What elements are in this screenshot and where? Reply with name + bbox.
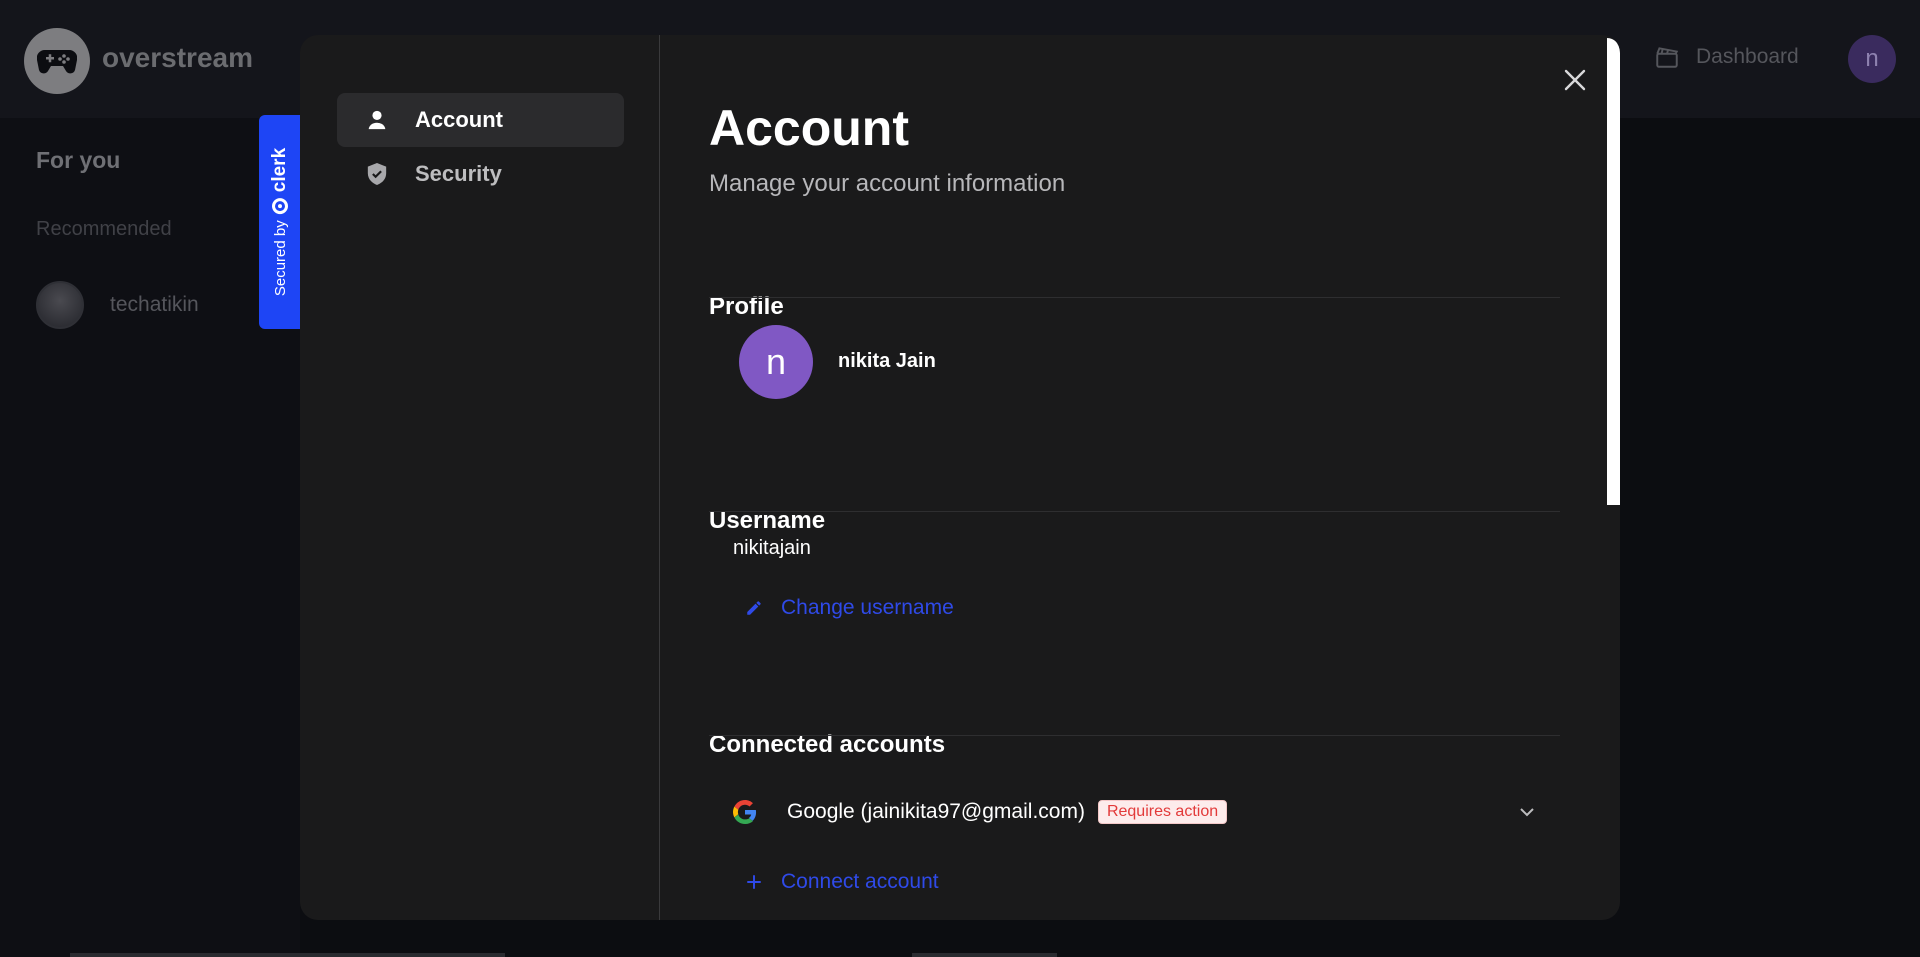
close-icon	[1564, 69, 1586, 91]
user-avatar[interactable]: n	[1848, 35, 1896, 83]
divider	[709, 297, 1560, 298]
scrollbar[interactable]	[1607, 38, 1620, 505]
chevron-down-icon[interactable]	[1515, 800, 1539, 824]
pencil-icon	[747, 601, 761, 615]
divider	[709, 511, 1560, 512]
plus-icon	[747, 875, 761, 889]
google-icon	[733, 800, 757, 824]
connected-account-label: Google (jainikita97@gmail.com)	[787, 800, 1085, 823]
sidebar	[0, 118, 300, 957]
divider	[709, 735, 1560, 736]
nav-item-security[interactable]: Security	[337, 147, 624, 201]
close-button[interactable]	[1560, 65, 1590, 95]
username-value: nikitajain	[733, 537, 811, 559]
divider	[70, 953, 505, 957]
profile-avatar[interactable]: n	[739, 325, 813, 399]
change-username-button[interactable]: Change username	[745, 596, 954, 620]
page-title: Account	[709, 100, 909, 156]
brand-name[interactable]: overstream	[102, 42, 253, 74]
change-username-label: Change username	[781, 596, 954, 619]
avatar	[36, 281, 84, 329]
clapperboard-icon	[1656, 47, 1679, 68]
logo[interactable]	[24, 28, 90, 94]
sidebar-heading: For you	[36, 147, 121, 173]
dashboard-link[interactable]: Dashboard	[1654, 44, 1799, 70]
user-icon	[365, 108, 389, 132]
shield-icon	[365, 162, 389, 186]
recommended-user-item[interactable]: techatikin	[36, 281, 199, 329]
account-modal: Account Security Account Manage your acc…	[300, 35, 1620, 920]
requires-action-badge: Requires action	[1097, 800, 1228, 824]
dashboard-label: Dashboard	[1696, 45, 1799, 68]
clerk-brand-label: clerk	[269, 147, 290, 193]
modal-sidebar: Account Security	[300, 35, 660, 920]
nav-item-account[interactable]: Account	[337, 93, 624, 147]
secured-by-label: Secured by	[271, 220, 289, 297]
nav-item-label: Account	[415, 107, 503, 132]
page-subtitle: Manage your account information	[709, 170, 1066, 197]
connect-account-button[interactable]: Connect account	[745, 870, 939, 894]
nav-item-label: Security	[415, 161, 502, 186]
secured-by-clerk-badge[interactable]: Secured by clerk	[259, 115, 301, 329]
recommended-heading: Recommended	[36, 218, 172, 240]
recommended-user-name: techatikin	[110, 293, 199, 316]
profile-name: nikita Jain	[838, 350, 936, 372]
gamepad-icon	[37, 49, 77, 74]
divider	[912, 953, 1057, 957]
connect-account-label: Connect account	[781, 870, 939, 893]
clerk-logo-icon	[272, 198, 288, 215]
connected-account-row[interactable]: Google (jainikita97@gmail.com) Requires …	[733, 794, 1539, 830]
